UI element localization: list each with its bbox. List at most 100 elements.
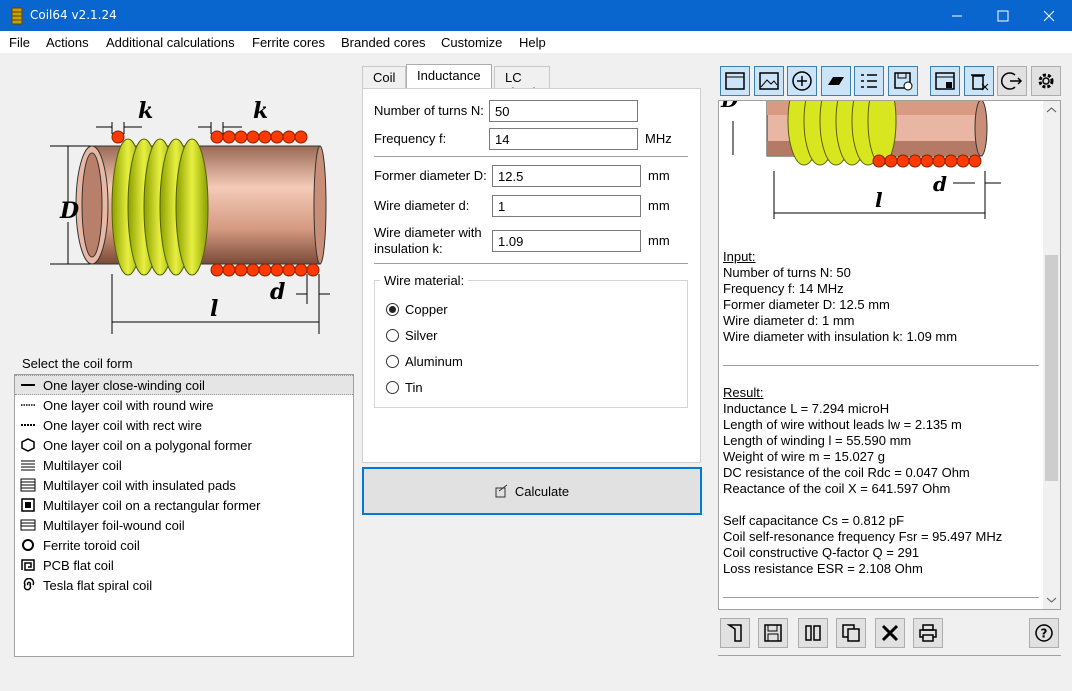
- result-line: Self capacitance Cs = 0.812 pF: [723, 513, 905, 528]
- result-line: DC resistance of the coil Rdc = 0.047 Oh…: [723, 465, 970, 480]
- radio-aluminum[interactable]: [386, 355, 399, 368]
- close-button[interactable]: [1026, 0, 1072, 31]
- copy-button[interactable]: [836, 618, 866, 648]
- calculate-label: Calculate: [514, 483, 570, 499]
- close-icon: [1043, 10, 1055, 21]
- input-header: Input:: [723, 249, 756, 264]
- turns-input[interactable]: [489, 100, 638, 122]
- help-button[interactable]: ?: [1029, 618, 1059, 648]
- split-button[interactable]: [798, 618, 828, 648]
- toolbar-exit-button[interactable]: [997, 66, 1027, 96]
- radio-copper[interactable]: [386, 303, 399, 316]
- save-window-icon: [935, 72, 955, 90]
- menu-file[interactable]: File: [9, 35, 30, 50]
- toroid-icon: [19, 538, 37, 552]
- tab-lc-circuit[interactable]: LC circuit: [494, 66, 550, 100]
- tab-inductance[interactable]: Inductance: [406, 64, 492, 88]
- frequency-input[interactable]: [489, 128, 638, 150]
- print-button[interactable]: [913, 618, 943, 648]
- result-scrollbar[interactable]: [1043, 101, 1060, 609]
- coil-form-item-label: Multilayer coil: [43, 457, 122, 473]
- frequency-label: Frequency f:: [374, 131, 447, 146]
- coil-form-item[interactable]: One layer coil with rect wire: [15, 415, 353, 435]
- menu-branded-cores[interactable]: Branded cores: [341, 35, 426, 50]
- copy-icon: [842, 624, 860, 642]
- maximize-button[interactable]: [980, 0, 1026, 31]
- turns-label: Number of turns N:: [374, 103, 484, 118]
- radio-silver[interactable]: [386, 329, 399, 342]
- result-l-label: l: [875, 188, 883, 212]
- bottom-separator: [718, 655, 1061, 656]
- input-line: Former diameter D: 12.5 mm: [723, 297, 890, 312]
- former-diameter-input[interactable]: [492, 165, 641, 187]
- radio-silver-label[interactable]: Silver: [405, 328, 438, 344]
- pcb-coil-icon: [19, 558, 37, 572]
- open-button[interactable]: [720, 618, 750, 648]
- coil-form-item[interactable]: Multilayer coil with insulated pads: [15, 475, 353, 495]
- coil-form-item[interactable]: One layer close-winding coil: [15, 375, 353, 395]
- multilayer-icon: [19, 458, 37, 472]
- coil-form-item[interactable]: PCB flat coil: [15, 555, 353, 575]
- menu-actions[interactable]: Actions: [46, 35, 89, 50]
- result-panel[interactable]: D d l Input: Number of turns N: 50 Frequ…: [718, 100, 1061, 610]
- toolbar-settings-button[interactable]: [1031, 66, 1061, 96]
- calculate-button[interactable]: Calculate: [362, 467, 702, 515]
- radio-copper-label[interactable]: Copper: [405, 302, 448, 318]
- result-line: Reactance of the coil X = 641.597 Ohm: [723, 481, 951, 496]
- coil-form-item[interactable]: Multilayer coil: [15, 455, 353, 475]
- toolbar-window-button[interactable]: [720, 66, 750, 96]
- toolbar-delete-button[interactable]: [964, 66, 994, 96]
- clear-icon: [881, 624, 899, 642]
- spiral-icon: [19, 578, 37, 592]
- insulation-diameter-input[interactable]: [492, 230, 641, 252]
- coil-form-item[interactable]: One layer coil on a polygonal former: [15, 435, 353, 455]
- toolbar-save-window-button[interactable]: [930, 66, 960, 96]
- insulated-pads-icon: [19, 478, 37, 492]
- wire-diameter-input[interactable]: [492, 195, 641, 217]
- toolbar-add-button[interactable]: [787, 66, 817, 96]
- image-icon: [759, 72, 779, 90]
- coil-form-item-label: Ferrite toroid coil: [43, 537, 140, 553]
- save-button[interactable]: [758, 618, 788, 648]
- title-bar: Coil64 v2.1.24: [0, 0, 1072, 31]
- menu-additional-calculations[interactable]: Additional calculations: [106, 35, 235, 50]
- result-d-label: d: [933, 172, 947, 196]
- wire-diameter-unit: mm: [648, 198, 670, 213]
- menu-help[interactable]: Help: [519, 35, 546, 50]
- coil-form-item[interactable]: Multilayer coil on a rectangular former: [15, 495, 353, 515]
- coil-form-list[interactable]: One layer close-winding coil One layer co…: [14, 374, 354, 657]
- toolbar-coil-shape-button[interactable]: [821, 66, 851, 96]
- menu-ferrite-cores[interactable]: Ferrite cores: [252, 35, 325, 50]
- coil-form-item[interactable]: Tesla flat spiral coil: [15, 575, 353, 595]
- result-line: Length of wire without leads lw = 2.135 …: [723, 417, 962, 432]
- radio-aluminum-label[interactable]: Aluminum: [405, 354, 463, 370]
- coil-form-item[interactable]: Ferrite toroid coil: [15, 535, 353, 555]
- list-icon: [861, 74, 877, 88]
- result-separator: [723, 597, 1039, 598]
- tab-coil[interactable]: Coil: [362, 66, 407, 88]
- toolbar-list-button[interactable]: [854, 66, 884, 96]
- svg-text:?: ?: [1041, 627, 1048, 641]
- scroll-down-icon[interactable]: [1043, 593, 1060, 607]
- minimize-icon: [952, 15, 962, 16]
- scroll-up-icon[interactable]: [1043, 103, 1060, 117]
- separator: [374, 156, 688, 157]
- exit-icon: [1001, 72, 1023, 90]
- coil-form-item[interactable]: One layer coil with round wire: [15, 395, 353, 415]
- input-line: Wire diameter with insulation k: 1.09 mm: [723, 329, 958, 344]
- toolbar-save-settings-button[interactable]: [888, 66, 918, 96]
- radio-tin[interactable]: [386, 381, 399, 394]
- round-wire-icon: [19, 398, 37, 412]
- clear-button[interactable]: [875, 618, 905, 648]
- save-icon: [764, 624, 782, 642]
- result-line: Coil self-resonance frequency Fsr = 95.4…: [723, 529, 1003, 544]
- coil-form-item-label: One layer coil with rect wire: [43, 417, 202, 433]
- coil-form-item[interactable]: Multilayer foil-wound coil: [15, 515, 353, 535]
- scrollbar-thumb[interactable]: [1045, 255, 1058, 481]
- toolbar-image-button[interactable]: [754, 66, 784, 96]
- minimize-button[interactable]: [934, 0, 980, 31]
- menu-customize[interactable]: Customize: [441, 35, 502, 50]
- radio-tin-label[interactable]: Tin: [405, 380, 423, 396]
- input-line: Number of turns N: 50: [723, 265, 851, 280]
- coil-form-item-label: Multilayer coil with insulated pads: [43, 477, 236, 493]
